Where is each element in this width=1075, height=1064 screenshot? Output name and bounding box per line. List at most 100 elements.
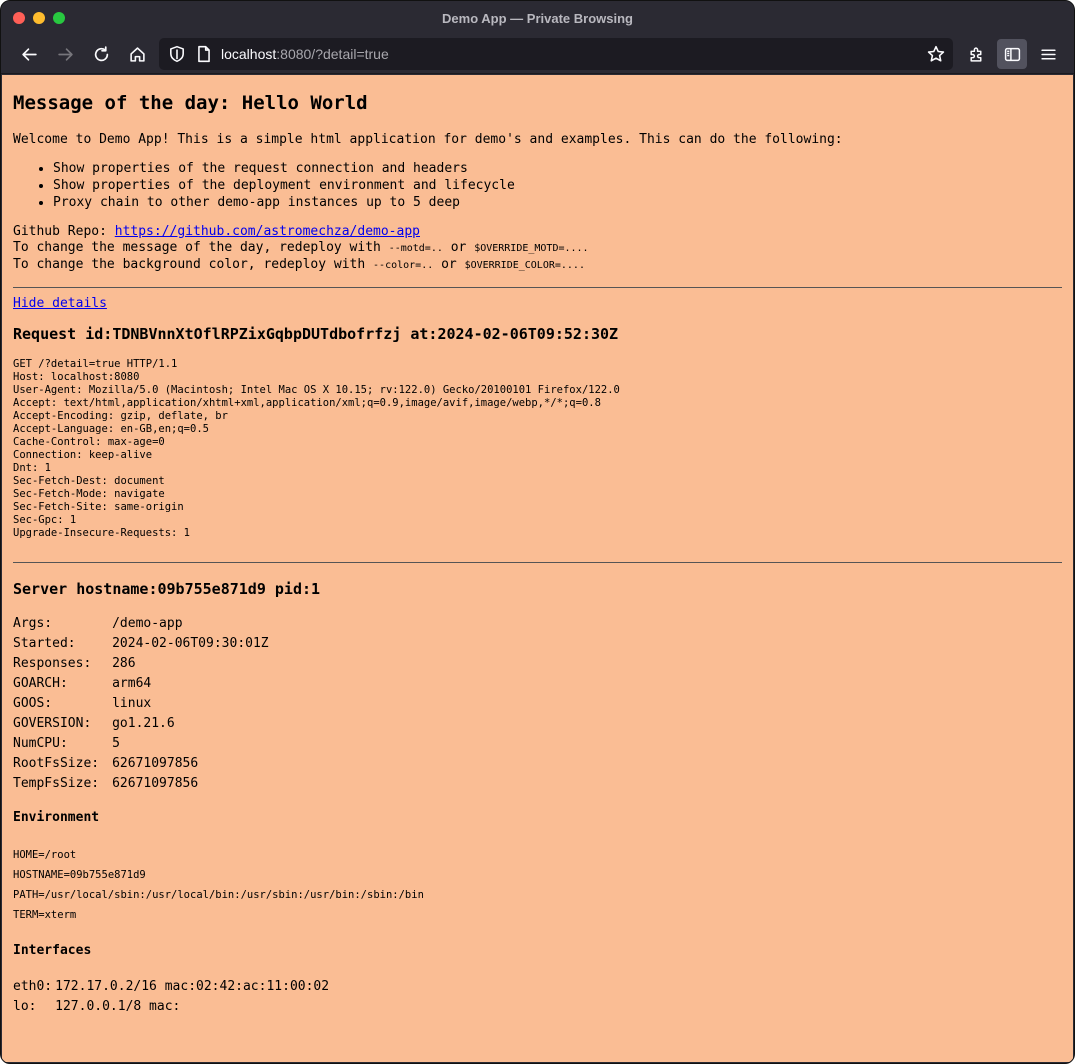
environment-row: PATH=/usr/local/sbin:/usr/local/bin:/usr… [13,885,424,905]
shield-icon[interactable] [168,45,186,63]
request-header-line: Sec-Fetch-Site: same-origin [13,501,184,513]
or-text: or [433,257,465,272]
puzzle-icon [969,46,981,62]
environment-variable: HOME=/root [13,849,77,861]
server-info-row: TempFsSize: 62671097856 [13,773,279,793]
server-info-row: Args: /demo-app [13,613,279,633]
extensions-button[interactable] [961,39,991,69]
page-icon[interactable] [195,45,213,63]
request-header-line: Cache-Control: max-age=0 [13,436,165,448]
server-info-key: GOOS: [13,695,53,711]
color-flag: --color=.. [373,260,434,271]
interfaces-heading: Interfaces [13,943,92,958]
minimize-window-button[interactable] [33,12,45,24]
window-controls [13,12,65,24]
reload-icon [94,45,108,61]
server-info-key: TempFsSize: [13,775,100,791]
star-icon[interactable] [927,45,945,63]
server-info-value: 62671097856 [112,755,199,771]
feature-item: Show properties of the deployment enviro… [53,177,1062,194]
zoom-window-button[interactable] [53,12,65,24]
menu-button[interactable] [1033,39,1063,69]
url-path: :8080/?detail=true [276,46,389,62]
server-info-value: arm64 [112,675,152,691]
color-change-text: To change the background color, redeploy… [13,257,374,272]
server-info-value: linux [112,695,152,711]
request-header-line: Accept-Encoding: gzip, deflate, br [13,410,228,422]
environment-variable: PATH=/usr/local/sbin:/usr/local/bin:/usr… [13,889,424,901]
intro-text: Welcome to Demo App! This is a simple ht… [13,132,843,147]
interface-row: lo: 127.0.0.1/8 mac: [13,996,329,1016]
divider [13,287,1062,288]
hide-details-link[interactable]: Hide details [13,296,107,311]
server-info-row: GOVERSION: go1.21.6 [13,713,279,733]
request-header-line: User-Agent: Mozilla/5.0 (Macintosh; Inte… [13,384,620,396]
server-info-row: Started: 2024-02-06T09:30:01Z [13,633,279,653]
server-info-value: 5 [112,735,120,751]
or-text: or [442,240,475,255]
request-headers: GET /?detail=true HTTP/1.1 Host: localho… [13,358,1062,540]
server-info-row: RootFsSize: 62671097856 [13,753,279,773]
request-header-line: Upgrade-Insecure-Requests: 1 [13,527,191,539]
page-content: Message of the day: Hello World Welcome … [2,75,1073,1062]
interfaces-table: eth0: 172.17.0.2/16 mac:02:42:ac:11:00:02… [10,976,332,1016]
reload-button[interactable] [86,39,116,69]
request-header-line: Accept: text/html,application/xhtml+xml,… [13,397,601,409]
feature-item: Show properties of the request connectio… [53,160,1062,177]
server-info-key: Started: [13,635,76,651]
server-info-value: go1.21.6 [112,715,175,731]
color-env: $OVERRIDE_COLOR=.... [464,260,585,271]
repo-line: Github Repo: https://github.com/astromec… [13,224,1062,240]
repo-link[interactable]: https://github.com/astromechza/demo-app [115,224,420,239]
server-info-row: GOOS: linux [13,693,279,713]
server-info-key: RootFsSize: [13,755,100,771]
interface-value: 172.17.0.2/16 mac:02:42:ac:11:00:02 [55,978,330,994]
home-button[interactable] [122,39,152,69]
server-info-key: Args: [13,615,53,631]
hamburger-menu-icon [1040,48,1056,60]
request-heading: Request id:TDNBVnnXtOflRPZixGqbpDUTdbofr… [13,325,619,343]
motd-heading: Message of the day: Hello World [13,92,368,114]
browser-window: Demo App — Private Browsing localhost:80… [0,0,1075,1064]
feature-item: Proxy chain to other demo-app instances … [53,194,1062,211]
sidebar-button[interactable] [997,39,1027,69]
repo-label: Github Repo: [13,224,115,239]
motd-change-text: To change the message of the day, redepl… [13,240,389,255]
color-change-line: To change the background color, redeploy… [13,257,1062,274]
url-bar[interactable]: localhost:8080/?detail=true [159,38,953,70]
interface-row: eth0: 172.17.0.2/16 mac:02:42:ac:11:00:02 [13,976,329,996]
request-header-line: Sec-Fetch-Mode: navigate [13,488,165,500]
forward-button[interactable] [50,39,80,69]
arrow-left-icon [21,47,37,61]
server-info-key: NumCPU: [13,735,68,751]
motd-change-line: To change the message of the day, redepl… [13,240,1062,257]
interface-name: eth0: [13,978,53,994]
server-info-value: /demo-app [112,615,183,631]
request-header-line: GET /?detail=true HTTP/1.1 [13,358,178,370]
back-button[interactable] [14,39,44,69]
motd-flag: --motd=.. [388,243,443,254]
motd-env: $OVERRIDE_MOTD=.... [474,243,589,254]
server-info-value: 2024-02-06T09:30:01Z [112,635,269,651]
environment-table: HOME=/root HOSTNAME=09b755e871d9 PATH=/usr… [10,845,427,925]
url-text[interactable]: localhost:8080/?detail=true [221,46,389,62]
request-header-line: Sec-Gpc: 1 [13,514,77,526]
environment-variable: TERM=xterm [13,909,77,921]
server-info-key: GOARCH: [13,675,68,691]
window-title: Demo App — Private Browsing [442,10,633,26]
environment-heading: Environment [13,810,100,825]
server-heading: Server hostname:09b755e871d9 pid:1 [13,580,321,598]
close-window-button[interactable] [13,12,25,24]
sidebar-icon [1004,47,1020,61]
title-bar: Demo App — Private Browsing [1,1,1074,35]
server-info-key: GOVERSION: [13,715,92,731]
arrow-right-icon [57,47,73,61]
server-info-value: 62671097856 [112,775,199,791]
request-header-line: Dnt: 1 [13,462,51,474]
request-header-line: Sec-Fetch-Dest: document [13,475,165,487]
request-header-line: Connection: keep-alive [13,449,153,461]
environment-variable: HOSTNAME=09b755e871d9 [13,869,146,881]
server-info-value: 286 [112,655,136,671]
interface-value: 127.0.0.1/8 mac: [55,998,181,1014]
server-info-table: Args: /demo-app Started: 2024-02-06T09:30:0… [10,613,282,793]
